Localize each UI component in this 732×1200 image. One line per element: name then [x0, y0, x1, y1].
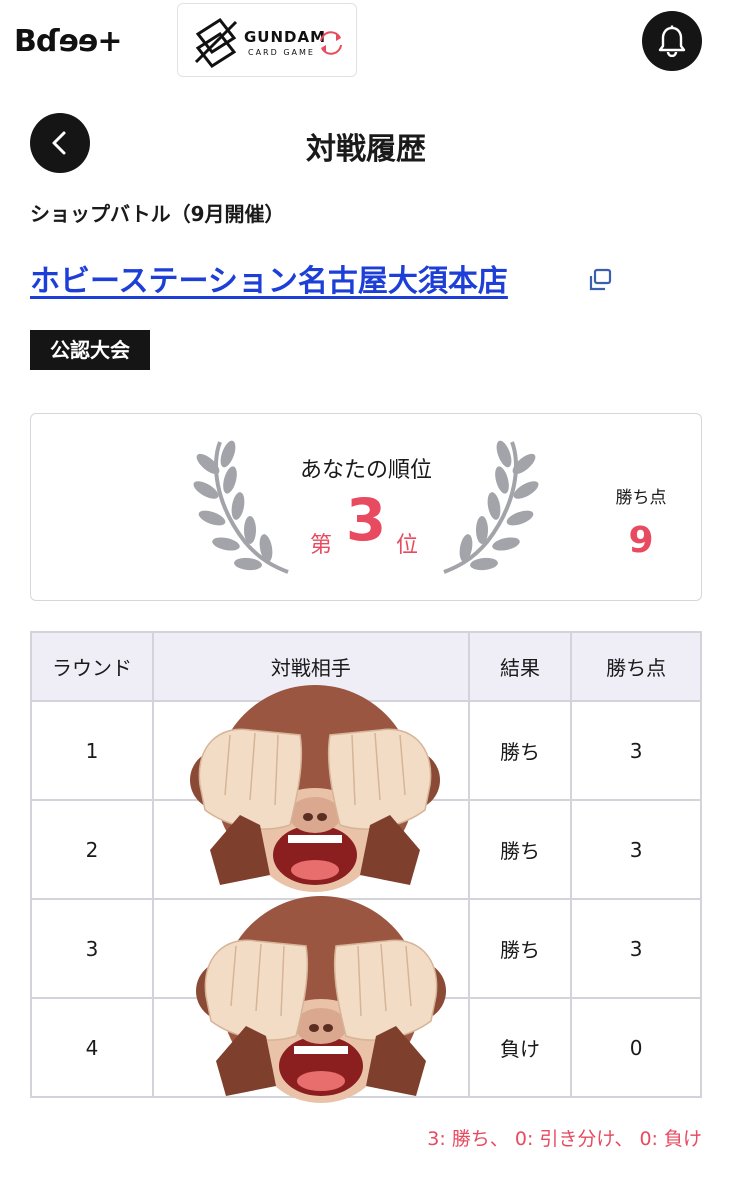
points-legend: 3: 勝ち、 0: 引き分け、 0: 負け: [427, 1128, 702, 1150]
result-cell: 勝ち: [467, 700, 573, 801]
official-tournament-tag: 公認大会: [30, 330, 150, 370]
result-cell: 負け: [467, 997, 573, 1098]
round-cell: 2: [30, 799, 154, 900]
game-subtitle: CARD GAME: [248, 48, 315, 57]
event-title: ショップバトル（9月開催）: [30, 202, 285, 226]
round-cell: 4: [30, 997, 154, 1098]
points-label: 勝ち点: [615, 488, 667, 508]
round-cell: 1: [30, 700, 154, 801]
header-result: 結果: [467, 631, 573, 702]
rank-label: あなたの順位: [299, 458, 432, 483]
see-no-evil-monkey-icon: [196, 896, 446, 1103]
bell-icon: [658, 25, 686, 57]
gundam-logo-icon: [194, 18, 238, 68]
points-value: 9: [628, 520, 654, 561]
external-link-icon[interactable]: [586, 266, 614, 294]
game-title: GUNDAM: [244, 28, 327, 46]
brand-logo[interactable]: Bɗɘɘ+: [14, 24, 122, 59]
rank-value: 3: [345, 486, 387, 554]
swap-icon: [320, 31, 342, 55]
points-cell: 0: [570, 997, 702, 1098]
rank-suffix: 位: [396, 533, 419, 558]
venue-link[interactable]: ホビーステーション名古屋大須本店: [30, 256, 508, 300]
result-cell: 勝ち: [467, 799, 573, 900]
see-no-evil-monkey-icon: [190, 685, 440, 892]
points-cell: 3: [570, 700, 702, 801]
header-points: 勝ち点: [570, 631, 702, 702]
rank-prefix: 第: [310, 533, 333, 558]
result-cell: 勝ち: [467, 898, 573, 999]
page-title: 対戦履歴: [306, 132, 426, 167]
header-round: ラウンド: [30, 631, 154, 702]
notification-button[interactable]: [642, 11, 702, 71]
points-cell: 3: [570, 898, 702, 999]
game-switch-button[interactable]: GUNDAM CARD GAME: [177, 3, 357, 77]
round-cell: 3: [30, 898, 154, 999]
points-cell: 3: [570, 799, 702, 900]
